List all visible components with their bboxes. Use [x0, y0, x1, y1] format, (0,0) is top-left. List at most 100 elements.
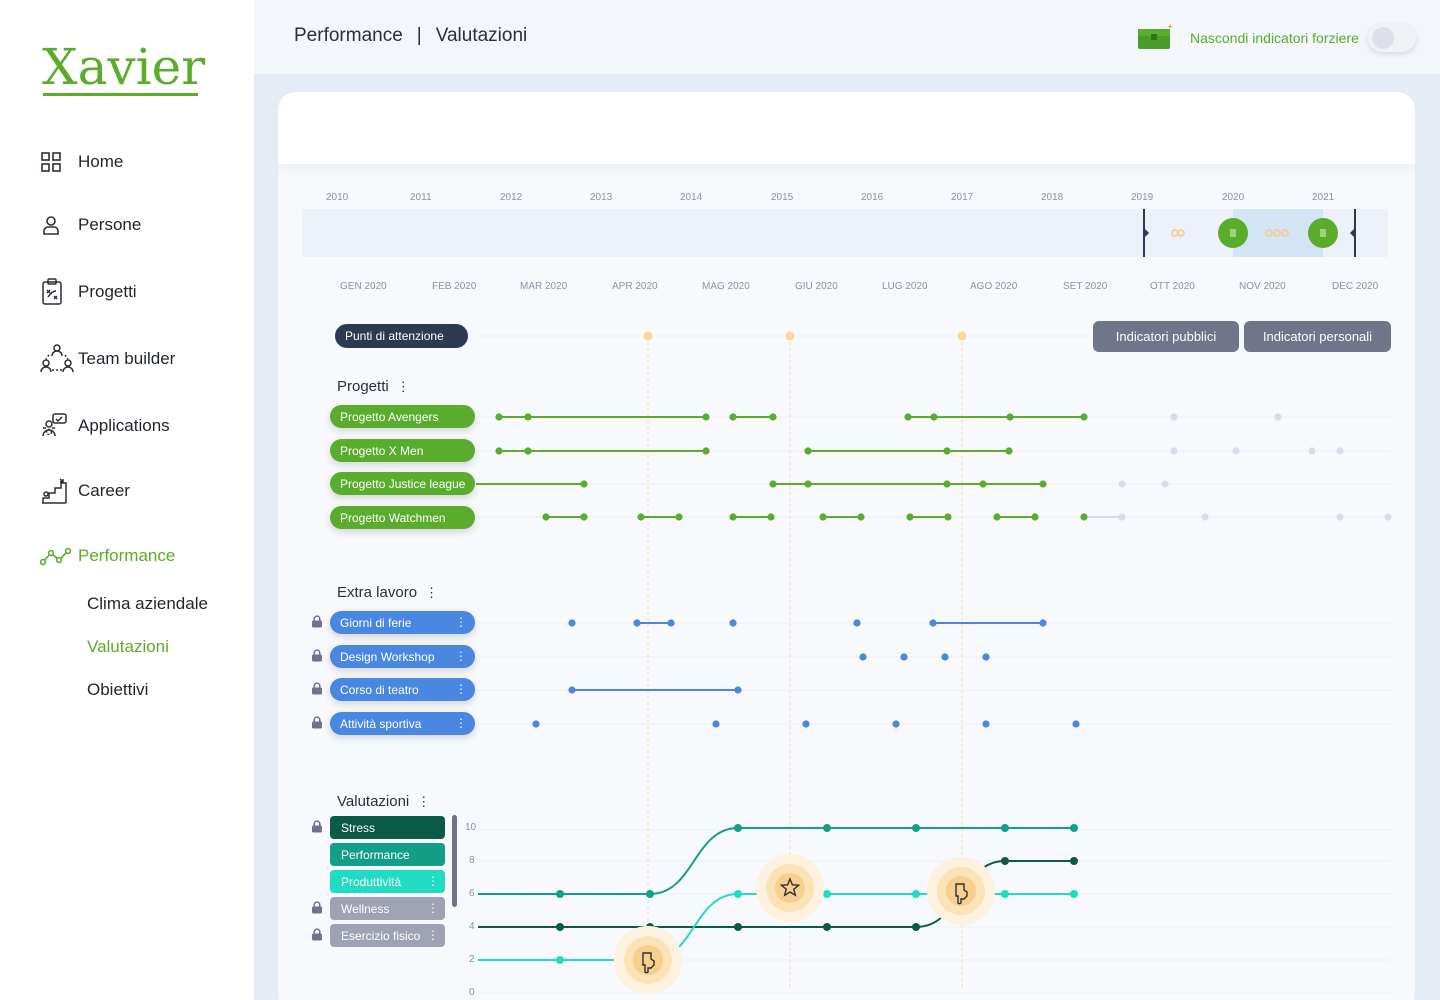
- project-label-avengers[interactable]: Progetto Avengers: [330, 405, 475, 428]
- year-tick: 2012: [500, 192, 523, 203]
- progetti-menu-icon[interactable]: ⋮: [397, 379, 410, 395]
- valutazioni-menu-icon[interactable]: ⋮: [417, 794, 430, 810]
- project-milestone: [943, 447, 951, 455]
- project-milestone: [495, 413, 503, 421]
- project-milestone: [769, 480, 777, 488]
- month-tick: APR 2020: [612, 281, 658, 292]
- project-future-milestone: [1336, 513, 1344, 521]
- lock-icon: [312, 716, 322, 729]
- project-label-xmen[interactable]: Progetto X Men: [330, 439, 475, 462]
- row-menu-icon[interactable]: ⋮: [455, 682, 467, 696]
- row-menu-icon[interactable]: ⋮: [427, 901, 439, 915]
- series-point: [1070, 857, 1078, 865]
- personal-indicators-button[interactable]: Indicatori personali: [1244, 321, 1391, 352]
- extra-event: [982, 720, 990, 728]
- month-tick: GEN 2020: [340, 281, 387, 292]
- project-milestone: [729, 513, 737, 521]
- row-menu-icon[interactable]: ⋮: [427, 874, 439, 888]
- year-tick: 2018: [1041, 192, 1064, 203]
- year-tick: 2019: [1131, 192, 1154, 203]
- extra-event: [1039, 619, 1047, 627]
- project-milestone: [1080, 513, 1088, 521]
- project-milestone: [729, 413, 737, 421]
- project-future-milestone: [1118, 513, 1126, 521]
- series-point: [556, 956, 564, 964]
- project-milestone: [1080, 413, 1088, 421]
- extra-label-sport[interactable]: Attività sportiva ⋮: [330, 712, 475, 735]
- month-tick: FEB 2020: [432, 281, 477, 292]
- lock-icon: [312, 682, 322, 695]
- row-menu-icon[interactable]: ⋮: [427, 928, 439, 942]
- chart-layer: [476, 331, 1392, 994]
- metric-label-wellness[interactable]: Wellness ⋮: [330, 897, 445, 920]
- month-tick: DEC 2020: [1332, 281, 1379, 292]
- year-tick: 2011: [410, 192, 432, 203]
- series-point: [1070, 890, 1078, 898]
- row-menu-icon[interactable]: ⋮: [455, 615, 467, 629]
- project-milestone: [944, 513, 952, 521]
- public-indicators-button[interactable]: Indicatori pubblici: [1093, 321, 1239, 352]
- y-tick: 10: [465, 822, 477, 833]
- project-future-milestone: [1384, 513, 1392, 521]
- month-tick: AGO 2020: [970, 281, 1018, 292]
- project-label-justice-league[interactable]: Progetto Justice league: [330, 472, 475, 495]
- project-label-watchmen[interactable]: Progetto Watchmen: [330, 506, 475, 529]
- project-milestone: [906, 513, 914, 521]
- series-point: [823, 890, 831, 898]
- series-point: [912, 923, 920, 931]
- project-milestone: [702, 413, 710, 421]
- extra-menu-icon[interactable]: ⋮: [425, 585, 438, 601]
- extra-label-text: Design Workshop: [340, 649, 435, 664]
- project-milestone: [580, 513, 588, 521]
- extra-event: [982, 653, 990, 661]
- extra-event: [667, 619, 675, 627]
- series-point: [912, 824, 920, 832]
- metric-label-esercizio[interactable]: Esercizio fisico ⋮: [330, 924, 445, 947]
- row-menu-icon[interactable]: ⋮: [455, 649, 467, 663]
- lock-icon: [312, 615, 322, 628]
- project-milestone: [979, 480, 987, 488]
- series-point: [1001, 857, 1009, 865]
- metric-label-stress[interactable]: Stress: [330, 816, 445, 839]
- project-future-milestone: [1170, 447, 1178, 455]
- extra-label-text: Giorni di ferie: [340, 615, 412, 630]
- series-point: [734, 923, 742, 931]
- year-tick: 2010: [326, 192, 349, 203]
- extra-label-teatro[interactable]: Corso di teatro ⋮: [330, 678, 475, 701]
- year-tick: 2015: [771, 192, 794, 203]
- year-tick: 2013: [590, 192, 613, 203]
- extra-label-ferie[interactable]: Giorni di ferie ⋮: [330, 611, 475, 634]
- project-milestone: [943, 480, 951, 488]
- project-milestone: [804, 447, 812, 455]
- project-future-milestone: [1274, 413, 1282, 421]
- extra-event: [568, 686, 576, 694]
- year-tick: 2016: [861, 192, 884, 203]
- metrics-scrollbar[interactable]: [452, 815, 457, 907]
- timeline-overlay: [302, 209, 1392, 994]
- metric-label-produttivita[interactable]: Produttività ⋮: [330, 870, 445, 893]
- extra-label-text: Attività sportiva: [340, 716, 422, 731]
- project-future-milestone: [1336, 447, 1344, 455]
- y-tick: 4: [469, 921, 475, 932]
- project-future-milestone: [1170, 413, 1178, 421]
- project-future-milestone: [1308, 447, 1316, 455]
- lock-icon: [312, 649, 322, 662]
- month-tick: SET 2020: [1063, 281, 1108, 292]
- metric-label-text: Esercizio fisico: [341, 928, 421, 943]
- extra-event: [532, 720, 540, 728]
- month-tick: OTT 2020: [1150, 281, 1195, 292]
- chest-marker-icon: [1230, 229, 1236, 237]
- attention-points-pill[interactable]: Punti di attenzione: [335, 324, 468, 348]
- progetti-section-title: Progetti ⋮: [337, 378, 410, 395]
- series-point: [556, 923, 564, 931]
- series-point: [734, 824, 742, 832]
- project-milestone: [524, 413, 532, 421]
- year-tick: 2020: [1222, 192, 1245, 203]
- row-menu-icon[interactable]: ⋮: [455, 716, 467, 730]
- extra-event: [1072, 720, 1080, 728]
- year-tick: 2021: [1312, 192, 1335, 203]
- project-milestone: [1005, 447, 1013, 455]
- extra-label-design-workshop[interactable]: Design Workshop ⋮: [330, 645, 475, 668]
- extra-event: [734, 686, 742, 694]
- metric-label-performance[interactable]: Performance: [330, 843, 445, 866]
